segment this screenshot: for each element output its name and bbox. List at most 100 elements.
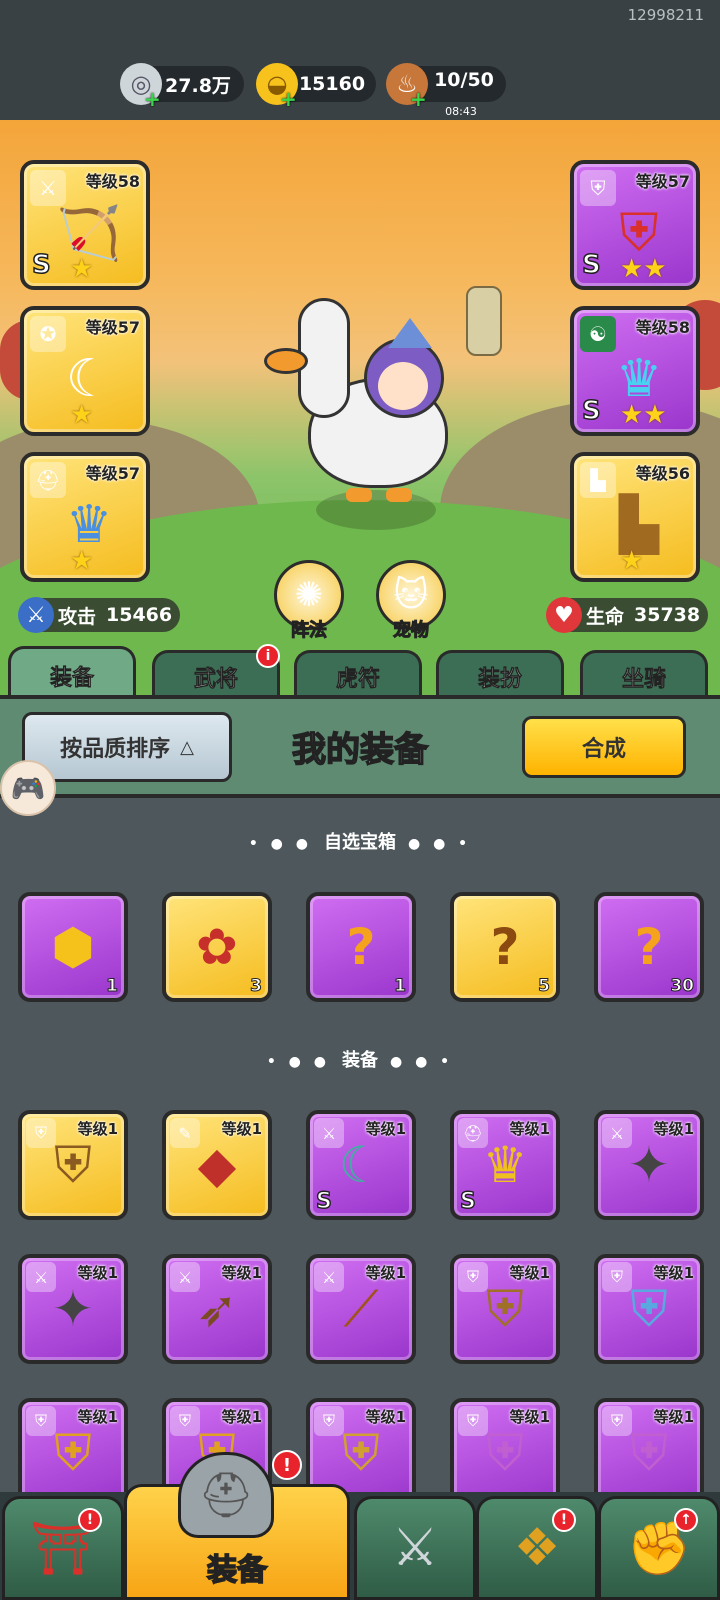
armor-icon: ⛨ [630, 1279, 668, 1338]
stamina-timer: 08:43 [445, 105, 477, 118]
armor-icon: ⛨ [630, 1423, 668, 1482]
equipment-item[interactable]: ⛨ 等级1 ⛨ [18, 1110, 128, 1220]
alert-badge-icon: ! [552, 1508, 576, 1532]
sort-by-quality-button[interactable]: 按品质排序 △ [22, 712, 232, 782]
nav-battle[interactable]: ⚔ [354, 1496, 476, 1600]
equip-slot-helmet[interactable]: ⛑ 等级57 ♛ ★ [20, 452, 150, 582]
star-rating: ★ [70, 254, 94, 284]
armor-icon: ⛨ [54, 1135, 92, 1194]
statue-icon [466, 286, 502, 356]
hp-value: 35738 [634, 604, 701, 626]
mystery-chest-icon: ? [634, 918, 664, 976]
helmet-icon: ⛑ [178, 1452, 274, 1538]
grade-s: S [31, 249, 51, 281]
nav-shop[interactable]: ⛩ [2, 1496, 124, 1600]
add-gold-icon[interactable]: + [280, 87, 297, 111]
chest-icon: ⬢ [51, 918, 95, 976]
upgrade-arrow-icon: ↑ [674, 1508, 698, 1532]
armor-icon: ⛨ [342, 1423, 380, 1482]
alert-badge-icon: ! [272, 1450, 302, 1480]
nav-training[interactable]: ✊ [598, 1496, 720, 1600]
triangle-up-icon: △ [180, 736, 194, 758]
equipment-item[interactable]: ⚔ 等级1 ➶ [162, 1254, 272, 1364]
equipment-item[interactable]: ⛨ 等级1 ⛨ [594, 1254, 704, 1364]
chest-icon: ✿ [196, 918, 238, 976]
nav-upgrade[interactable]: ❖ [476, 1496, 598, 1600]
equipment-item[interactable]: ⛑ 等级1 ♛ S [450, 1110, 560, 1220]
sword-icon: ⚔ [18, 597, 54, 633]
formation-label: 阵法 [291, 620, 328, 642]
blade-icon: ☾ [338, 1136, 384, 1194]
shuriken-icon: ✦ [52, 1280, 94, 1338]
hp-stat: ♥ 生命 35738 [546, 597, 708, 633]
resource-coins[interactable]: ◎ 27.8万 + [120, 63, 244, 111]
equipment-item[interactable]: ⚔ 等级1 ⟋ [306, 1254, 416, 1364]
slot-level: 等级57 [635, 172, 690, 191]
bow-icon: ➶ [196, 1280, 238, 1338]
crown-icon [388, 318, 432, 348]
equip-slot-amulet[interactable]: ✪ 等级57 ☾ ★ [20, 306, 150, 436]
battle-icon: ⚔ [391, 1518, 439, 1578]
equipment-item[interactable]: ⚔ 等级1 ✦ [18, 1254, 128, 1364]
tab-outfit[interactable]: 装扮 [436, 650, 564, 700]
slot-level: 等级57 [85, 318, 140, 337]
star-rating: ★ [620, 546, 644, 576]
star-rating: ★★ [620, 254, 667, 284]
heart-icon: ♥ [546, 597, 582, 633]
mystery-chest-icon: ? [490, 918, 520, 976]
chest-item[interactable]: ? 1 [306, 892, 416, 1002]
goose-beak [264, 348, 308, 374]
equipment-item[interactable]: ⚔ 等级1 ✦ [594, 1110, 704, 1220]
star-rating: ★★ [620, 400, 667, 430]
equip-slot-weapon[interactable]: ⚔ 等级58 🏹 S ★ [20, 160, 150, 290]
add-stamina-icon[interactable]: + [410, 87, 427, 111]
equipment-item[interactable]: ⚔ 等级1 ☾ S [306, 1110, 416, 1220]
slot-level: 等级58 [635, 318, 690, 337]
armor-icon: ⛨ [486, 1279, 524, 1338]
star-rating: ★ [70, 400, 94, 430]
armor-icon: ⛨ [486, 1423, 524, 1482]
sort-label: 按品质排序 [60, 737, 171, 762]
club-icon: ⟋ [343, 1279, 379, 1338]
equip-slot-boots[interactable]: ▙ 等级56 ▙ ★ [570, 452, 700, 582]
equipment-item[interactable]: ✎ 等级1 ◆ [162, 1110, 272, 1220]
grade-s: S [581, 249, 601, 281]
tab-mount[interactable]: 坐骑 [580, 650, 708, 700]
coin-value: 27.8万 [165, 74, 231, 97]
chest-section-title: • ● ● 自选宝箱 ● ● • [248, 832, 472, 853]
resource-gold[interactable]: ◒ 15160 + [256, 63, 376, 111]
star-rating: ★ [70, 546, 94, 576]
slot-level: 等级57 [85, 464, 140, 483]
gamepad-icon[interactable]: 🎮 [0, 760, 56, 816]
equipment-item[interactable]: ⛨ 等级1 ⛨ [450, 1254, 560, 1364]
chest-item[interactable]: ✿ 3 [162, 892, 272, 1002]
stamina-value: 10/50 [434, 69, 494, 91]
chest-item[interactable]: ? 30 [594, 892, 704, 1002]
shuriken-icon: ✦ [628, 1136, 670, 1194]
tab-equipment[interactable]: 装备 [8, 646, 136, 702]
attack-value: 15466 [106, 604, 173, 626]
slot-level: 等级58 [85, 172, 140, 191]
helmet-icon: ♛ [482, 1136, 528, 1194]
attack-label: 攻击 [58, 605, 97, 628]
synthesize-button[interactable]: 合成 [522, 716, 686, 778]
top-bar: 12998211 [0, 0, 720, 120]
tab-tiger-tally[interactable]: 虎符 [294, 650, 422, 700]
alert-badge-icon: ! [78, 1508, 102, 1532]
chest-item[interactable]: ⬢ 1 [18, 892, 128, 1002]
user-id: 12998211 [627, 6, 704, 24]
cat-icon: 🐱 [393, 575, 429, 615]
equip-slot-accessory[interactable]: ☯ 等级58 ♛ S ★★ [570, 306, 700, 436]
compass-icon: ✺ [294, 575, 324, 615]
hp-label: 生命 [586, 605, 625, 628]
add-coins-icon[interactable]: + [144, 87, 161, 111]
slot-level: 等级56 [635, 464, 690, 483]
resource-stamina[interactable]: ♨ 10/50 08:43 + [386, 63, 506, 118]
hero-character[interactable] [264, 288, 478, 518]
chest-item[interactable]: ? 5 [450, 892, 560, 1002]
pet-label: 宠物 [393, 620, 430, 642]
attack-stat: ⚔ 攻击 15466 [18, 597, 180, 633]
page-title: 我的装备 [291, 729, 429, 771]
equip-slot-armor[interactable]: ⛨ 等级57 ⛨ S ★★ [570, 160, 700, 290]
gold-value: 15160 [298, 73, 366, 95]
